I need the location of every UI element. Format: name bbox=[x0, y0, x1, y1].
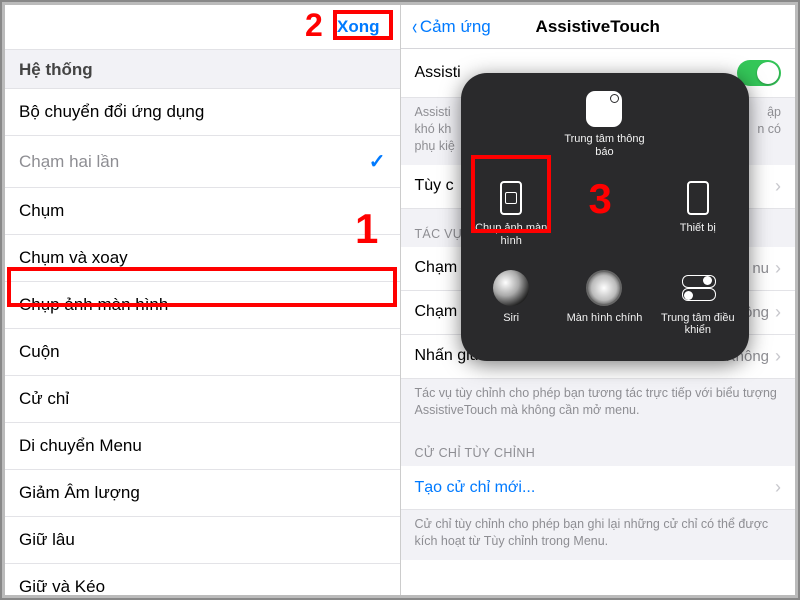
back-label: Cảm ứng bbox=[420, 17, 491, 37]
at-label: Màn hình chính bbox=[567, 312, 643, 325]
left-header: Xong bbox=[5, 5, 400, 49]
at-label: Trung tâm thông báo bbox=[562, 133, 646, 158]
list-item[interactable]: Chạm hai lần ✓ bbox=[5, 136, 400, 188]
at-cell-screenshot[interactable]: Chụp ảnh màn hình bbox=[465, 172, 558, 261]
screenshot-icon bbox=[491, 178, 531, 218]
left-pane: Xong Hệ thống Bộ chuyển đổi ứng dụng Chạ… bbox=[5, 5, 400, 595]
assistivetouch-panel: Trung tâm thông báo Chụp ảnh màn hình Th… bbox=[461, 73, 749, 361]
custom-gestures-footer: Cử chỉ tùy chỉnh cho phép bạn ghi lại nh… bbox=[401, 510, 796, 560]
list-item-label: Giữ và Kéo bbox=[19, 577, 105, 595]
at-label: Thiết bị bbox=[680, 222, 716, 235]
at-cell-siri[interactable]: Siri bbox=[465, 262, 558, 351]
footer-text: khó kh bbox=[415, 122, 452, 136]
list-item-label: Cuộn bbox=[19, 342, 60, 362]
control-center-icon bbox=[678, 268, 718, 308]
create-gesture-row[interactable]: Tạo cử chỉ mới... › bbox=[401, 466, 796, 510]
section-title-system: Hệ thống bbox=[5, 49, 400, 89]
done-button[interactable]: Xong bbox=[331, 15, 386, 39]
chevron-left-icon: ‹ bbox=[412, 16, 417, 38]
list-item[interactable]: Giữ lâu bbox=[5, 517, 400, 564]
row-value: nu bbox=[752, 260, 769, 277]
list-item-label: Chạm hai lần bbox=[19, 152, 119, 172]
favorites-icon bbox=[584, 89, 624, 129]
list-item[interactable]: Chụm và xoay bbox=[5, 235, 400, 282]
list-item-label: Di chuyển Menu bbox=[19, 436, 142, 456]
footer-text: phụ kiệ bbox=[415, 139, 455, 153]
row-label: Assisti bbox=[415, 64, 461, 82]
row-label: Tạo cử chỉ mới... bbox=[415, 479, 536, 497]
right-pane: ‹ Cảm ứng AssistiveTouch Assisti Assisti… bbox=[401, 5, 796, 595]
checkmark-icon: ✓ bbox=[369, 149, 386, 174]
list-item-label: Chụm bbox=[19, 201, 64, 221]
at-cell-empty bbox=[558, 172, 651, 261]
list-item[interactable]: Cử chỉ bbox=[5, 376, 400, 423]
at-cell-control-center[interactable]: Trung tâm điều khiển bbox=[651, 262, 744, 351]
list-item-label: Chụm và xoay bbox=[19, 248, 128, 268]
row-label: Chạm bbox=[415, 259, 458, 277]
actions-footer: Tác vụ tùy chỉnh cho phép bạn tương tác … bbox=[401, 379, 796, 429]
back-button[interactable]: ‹ Cảm ứng bbox=[411, 16, 491, 38]
chevron-right-icon: › bbox=[775, 477, 781, 498]
at-label: Siri bbox=[503, 312, 519, 325]
list-item[interactable]: Giảm Âm lượng bbox=[5, 470, 400, 517]
home-icon bbox=[584, 268, 624, 308]
list-item-label: Chụp ảnh màn hình bbox=[19, 295, 168, 315]
list-item[interactable]: Di chuyển Menu bbox=[5, 423, 400, 470]
footer-text: Assisti bbox=[415, 105, 451, 119]
at-cell-empty bbox=[465, 83, 558, 172]
right-header: ‹ Cảm ứng AssistiveTouch bbox=[401, 5, 796, 49]
at-label: Trung tâm điều khiển bbox=[656, 312, 740, 337]
chevron-right-icon: › bbox=[775, 176, 781, 197]
list-item-label: Cử chỉ bbox=[19, 389, 69, 409]
at-label: Chụp ảnh màn hình bbox=[469, 222, 553, 247]
chevron-right-icon: › bbox=[775, 346, 781, 367]
chevron-right-icon: › bbox=[775, 258, 781, 279]
list-item-label: Giảm Âm lượng bbox=[19, 483, 140, 503]
list-item[interactable]: Chụm bbox=[5, 188, 400, 235]
at-cell-device[interactable]: Thiết bị bbox=[651, 172, 744, 261]
list-item[interactable]: Giữ và Kéo bbox=[5, 564, 400, 595]
row-label: Tùy c bbox=[415, 177, 454, 195]
page-title: AssistiveTouch bbox=[536, 17, 660, 37]
list-item[interactable]: Cuộn bbox=[5, 329, 400, 376]
at-cell-empty bbox=[651, 83, 744, 172]
group-title-custom-gestures: CỬ CHỈ TÙY CHỈNH bbox=[401, 428, 796, 466]
device-icon bbox=[678, 178, 718, 218]
siri-icon bbox=[491, 268, 531, 308]
list-item-screenshot[interactable]: Chụp ảnh màn hình bbox=[5, 282, 400, 329]
footer-text: ập bbox=[767, 105, 781, 119]
at-cell-home[interactable]: Màn hình chính bbox=[558, 262, 651, 351]
at-cell-notification-center[interactable]: Trung tâm thông báo bbox=[558, 83, 651, 172]
list-item-label: Giữ lâu bbox=[19, 530, 75, 550]
footer-text: n có bbox=[757, 122, 781, 136]
list-item-label: Bộ chuyển đổi ứng dụng bbox=[19, 102, 204, 122]
list-item[interactable]: Bộ chuyển đổi ứng dụng bbox=[5, 89, 400, 136]
chevron-right-icon: › bbox=[775, 302, 781, 323]
left-action-list: Bộ chuyển đổi ứng dụng Chạm hai lần ✓ Ch… bbox=[5, 89, 400, 595]
